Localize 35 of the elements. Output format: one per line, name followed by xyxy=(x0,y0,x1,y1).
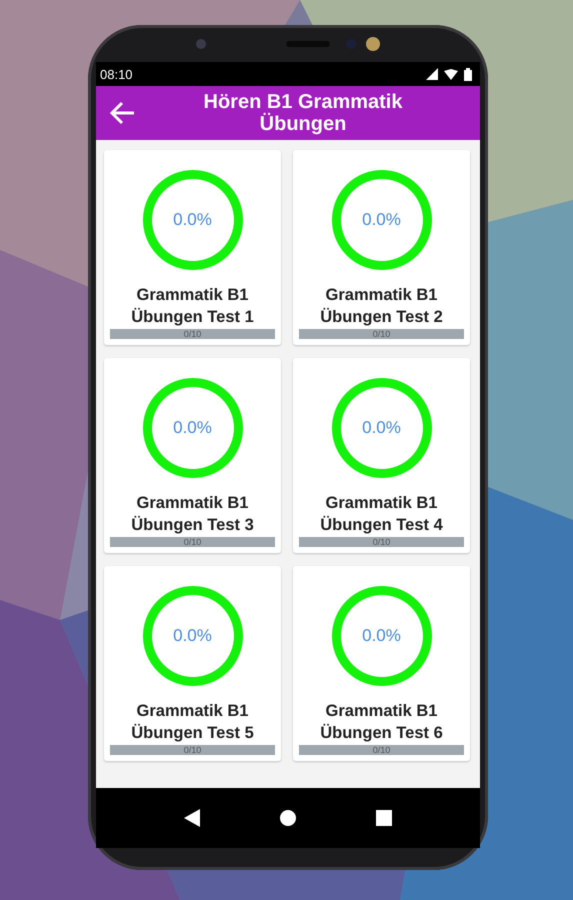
sensor-icon xyxy=(346,38,356,48)
test-title: Grammatik B1 Übungen Test 4 xyxy=(319,493,444,536)
percent-label: 0.0% xyxy=(362,210,401,230)
battery-icon xyxy=(464,68,472,80)
score-label: 0/10 xyxy=(182,744,202,756)
test-card[interactable]: 0.0% Grammatik B1 Übungen Test 3 0/10 xyxy=(104,358,281,553)
test-title: Grammatik B1 Übungen Test 5 xyxy=(130,701,255,744)
test-title: Grammatik B1 Übungen Test 1 xyxy=(130,285,255,328)
status-time: 08:10 xyxy=(100,66,133,82)
test-card[interactable]: 0.0% Grammatik B1 Übungen Test 4 0/10 xyxy=(293,358,470,553)
screen-title: Hören B1 Grammatik Übungen xyxy=(202,91,404,135)
back-nav-button[interactable] xyxy=(184,809,200,827)
signal-icon xyxy=(426,68,438,80)
home-nav-button[interactable] xyxy=(280,810,296,826)
test-card[interactable]: 0.0% Grammatik B1 Übungen Test 6 0/10 xyxy=(293,566,470,761)
test-title: Grammatik B1 Übungen Test 3 xyxy=(130,493,255,536)
test-title: Grammatik B1 Übungen Test 2 xyxy=(319,285,444,328)
test-card[interactable]: 0.0% Grammatik B1 Übungen Test 5 0/10 xyxy=(104,566,281,761)
percent-label: 0.0% xyxy=(173,418,212,438)
percent-label: 0.0% xyxy=(173,626,212,646)
score-label: 0/10 xyxy=(182,328,202,340)
wifi-icon xyxy=(444,68,458,80)
test-title: Grammatik B1 Übungen Test 6 xyxy=(319,701,444,744)
test-card[interactable]: 0.0% Grammatik B1 Übungen Test 2 0/10 xyxy=(293,150,470,345)
camera-icon xyxy=(196,38,206,48)
percent-label: 0.0% xyxy=(173,210,212,230)
score-label: 0/10 xyxy=(372,328,392,340)
score-label: 0/10 xyxy=(372,536,392,548)
score-label: 0/10 xyxy=(372,744,392,756)
score-label: 0/10 xyxy=(182,536,202,548)
test-card[interactable]: 0.0% Grammatik B1 Übungen Test 1 0/10 xyxy=(104,150,281,345)
percent-label: 0.0% xyxy=(362,626,401,646)
back-arrow-icon xyxy=(110,101,136,125)
percent-label: 0.0% xyxy=(362,418,401,438)
sensor-icon xyxy=(366,36,380,50)
